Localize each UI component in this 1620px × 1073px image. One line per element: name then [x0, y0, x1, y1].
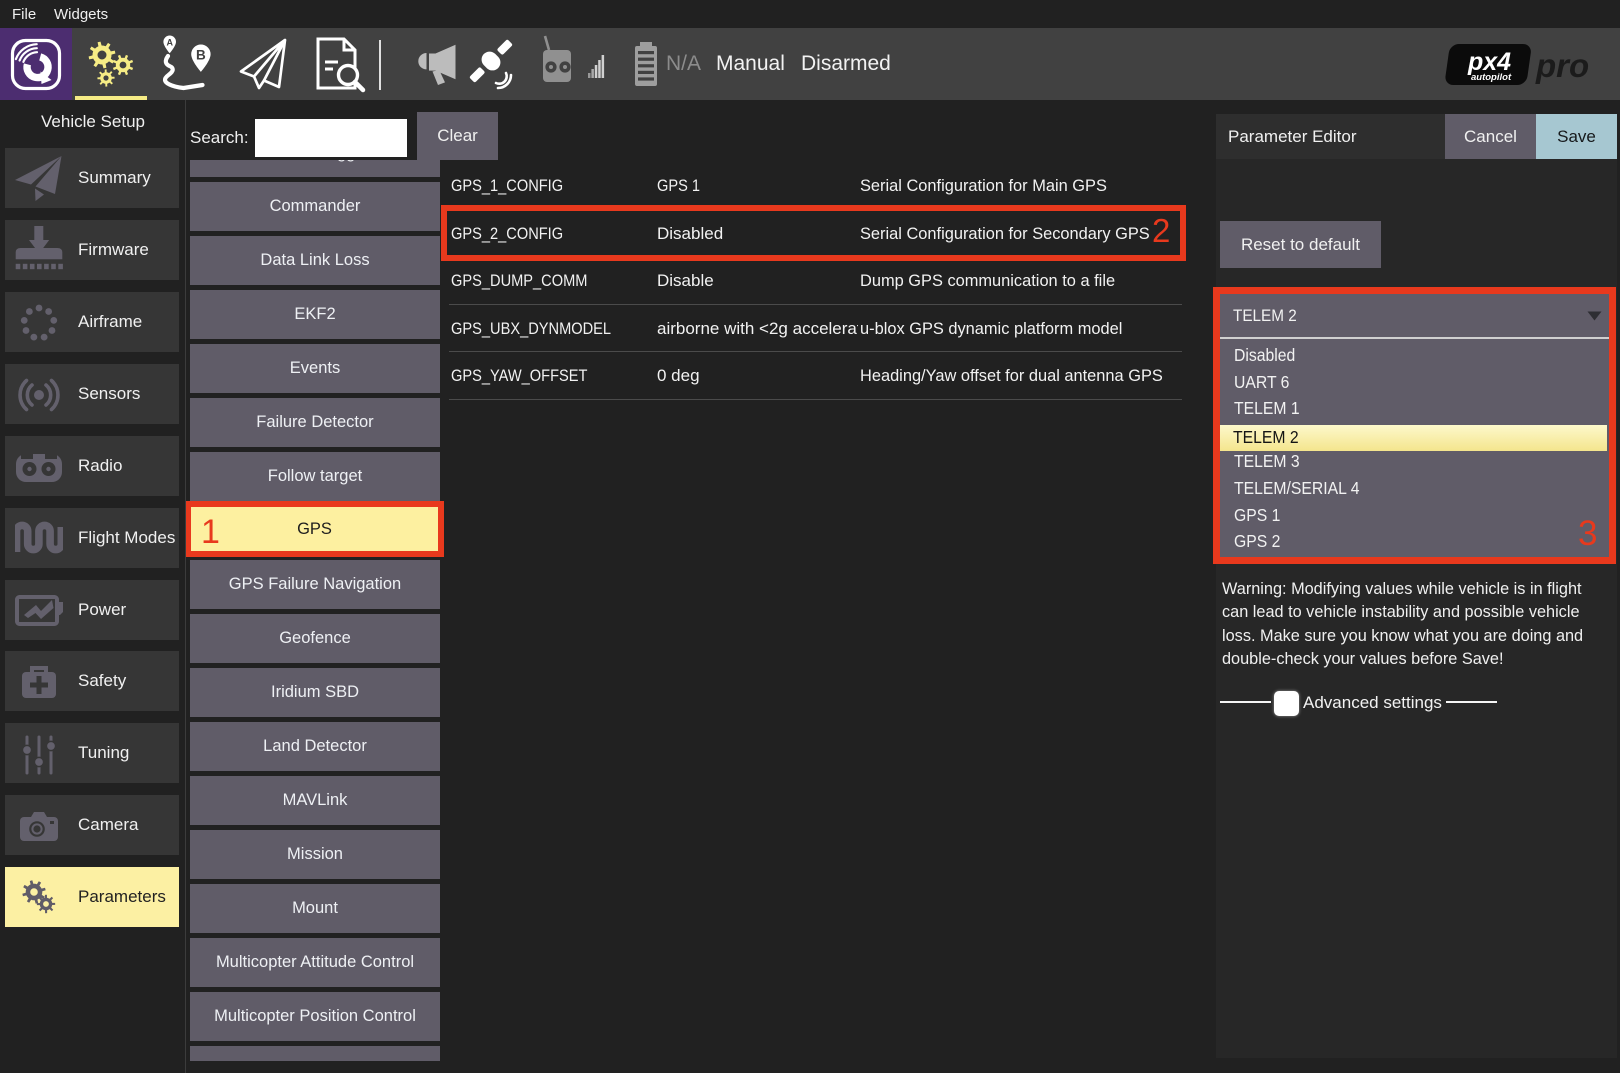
svg-text:B: B	[196, 48, 206, 63]
svg-text:pro: pro	[1535, 47, 1589, 84]
svg-text:A: A	[166, 38, 173, 48]
svg-text:autopilot: autopilot	[1471, 72, 1512, 83]
